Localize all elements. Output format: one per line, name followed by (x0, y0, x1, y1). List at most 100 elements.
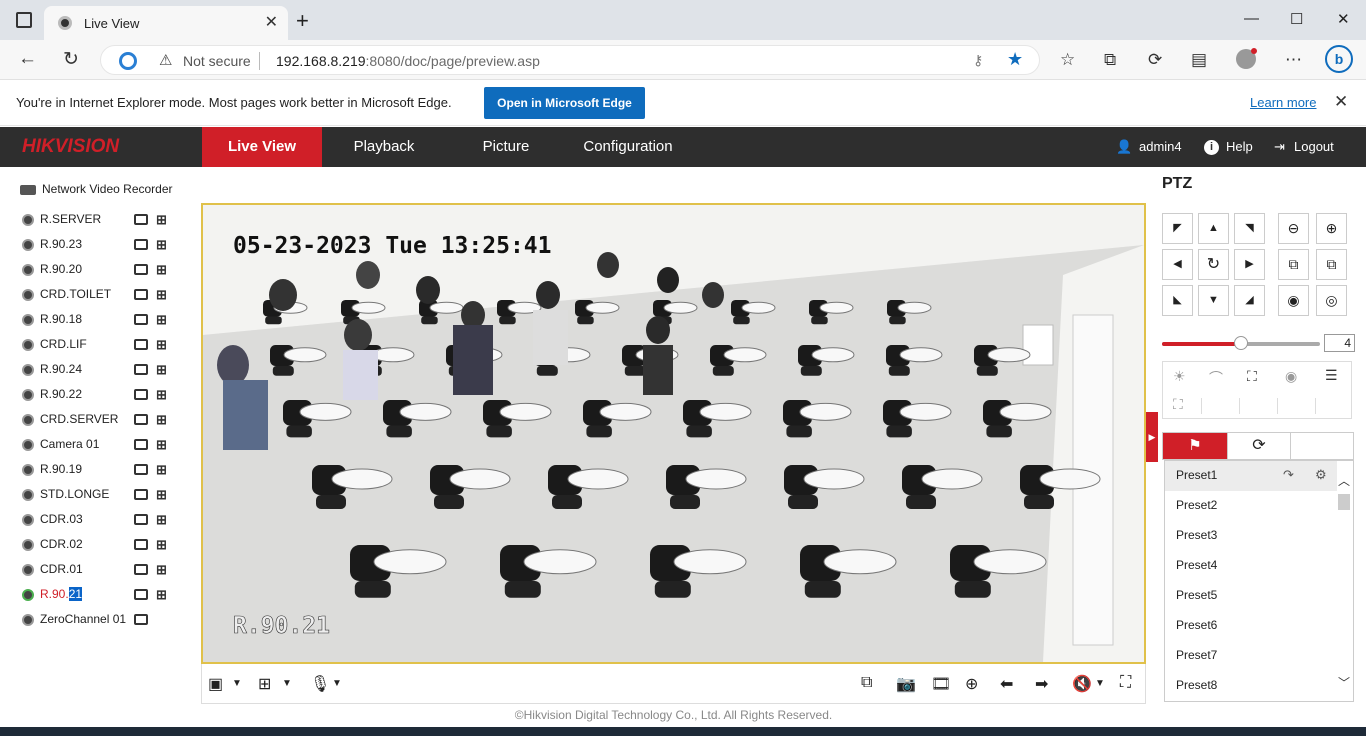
set-preset-gear-icon[interactable]: ⚙ (1315, 467, 1327, 483)
record-icon[interactable] (134, 614, 148, 625)
refresh-icon[interactable]: ↻ (63, 48, 79, 71)
scroll-down-icon[interactable]: ﹀ (1338, 674, 1350, 691)
ptz-right-button[interactable]: ▶ (1234, 249, 1265, 280)
dropdown-caret-icon[interactable]: ▼ (332, 678, 342, 689)
audio-muted-icon[interactable]: 🔇 (1072, 674, 1092, 694)
zoom-out-icon[interactable]: ⊖ (1278, 213, 1309, 244)
wiper-icon[interactable]: ⌒ (1209, 368, 1223, 388)
preset-scrollbar[interactable]: ︿ ﹀ (1336, 474, 1352, 700)
preset-item[interactable]: Preset1 ↷ ⚙ (1165, 461, 1337, 491)
camera-item[interactable]: CDR.01 ⊞ (22, 561, 192, 581)
preset-item[interactable]: Preset4 (1165, 551, 1337, 581)
focus-far-icon[interactable]: ⧉ (1316, 249, 1347, 280)
record-icon[interactable] (134, 489, 148, 500)
minimize-button[interactable]: — (1244, 10, 1259, 27)
stream-icon[interactable]: ⊞ (156, 312, 167, 328)
manual-tracking-icon[interactable]: ⛶ (1173, 396, 1183, 413)
digital-zoom-icon[interactable]: ⊕ (965, 674, 978, 694)
record-icon[interactable] (134, 389, 148, 400)
menu-icon[interactable]: ☰ (1325, 367, 1338, 384)
record-icon[interactable] (134, 414, 148, 425)
collections-icon[interactable]: ⧉ (1104, 50, 1116, 70)
preset-item[interactable]: Preset8 (1165, 671, 1337, 701)
ptz-down-left-button[interactable]: ◣ (1162, 285, 1193, 316)
iris-open-icon[interactable]: ◎ (1316, 285, 1347, 316)
stream-icon[interactable]: ⊞ (156, 437, 167, 453)
preset-item[interactable]: Preset3 (1165, 521, 1337, 551)
ptz-down-button[interactable]: ▼ (1198, 285, 1229, 316)
panel-collapse-toggle[interactable]: ▶ (1146, 412, 1158, 462)
record-video-icon[interactable]: 🎞 (931, 674, 951, 694)
camera-item[interactable]: R.SERVER ⊞ (22, 211, 192, 231)
back-arrow-icon[interactable]: ← (18, 48, 37, 70)
zero-channel-item[interactable]: ZeroChannel 01 (22, 611, 192, 631)
preset-item[interactable]: Preset7 (1165, 641, 1337, 671)
camera-item[interactable]: STD.LONGE ⊞ (22, 486, 192, 506)
ptz-speed-knob[interactable] (1234, 336, 1248, 350)
lens-init-icon[interactable]: ◉ (1285, 368, 1297, 385)
stream-icon[interactable]: ⊞ (156, 337, 167, 353)
ptz-auto-button[interactable]: ↻ (1198, 249, 1229, 280)
security-label[interactable]: Not secure (183, 53, 251, 69)
ie-bar-close-icon[interactable]: ✕ (1334, 92, 1348, 112)
sync-icon[interactable]: ⟳ (1148, 50, 1162, 70)
record-icon[interactable] (134, 364, 148, 375)
maximize-button[interactable]: ☐ (1290, 10, 1303, 28)
record-icon[interactable] (134, 314, 148, 325)
record-icon[interactable] (134, 439, 148, 450)
focus-near-icon[interactable]: ⧉ (1278, 249, 1309, 280)
preset-item[interactable]: Preset6 (1165, 611, 1337, 641)
video-viewport[interactable]: 05-23-2023 Tue 13:25:41 R.90.21 (201, 203, 1146, 664)
scroll-up-icon[interactable]: ︿ (1338, 472, 1350, 489)
ptz-speed-value[interactable]: 4 (1324, 334, 1355, 352)
ptz-up-button[interactable]: ▲ (1198, 213, 1229, 244)
camera-item[interactable]: CDR.02 ⊞ (22, 536, 192, 556)
ptz-up-left-button[interactable]: ◤ (1162, 213, 1193, 244)
record-icon[interactable] (134, 239, 148, 250)
url-text[interactable]: 192.168.8.219:8080/doc/page/preview.asp (276, 53, 540, 69)
iris-close-icon[interactable]: ◉ (1278, 285, 1309, 316)
favorites-icon[interactable]: ☆ (1060, 50, 1075, 70)
stream-icon[interactable]: ⊞ (156, 562, 167, 578)
record-icon[interactable] (134, 589, 148, 600)
dropdown-caret-icon[interactable]: ▼ (1095, 678, 1105, 689)
record-icon[interactable] (134, 564, 148, 575)
capture-camera-icon[interactable]: 📷 (896, 674, 916, 694)
camera-item[interactable]: CRD.LIF ⊞ (22, 336, 192, 356)
address-bar[interactable]: ⚠ Not secure 192.168.8.219:8080/doc/page… (100, 45, 1040, 75)
record-icon[interactable] (134, 539, 148, 550)
stream-icon[interactable]: ⊞ (156, 462, 167, 478)
ptz-down-right-button[interactable]: ◢ (1234, 285, 1265, 316)
nav-playback[interactable]: Playback (330, 127, 438, 167)
microphone-icon[interactable]: 🎙 (310, 674, 330, 694)
auxiliary-focus-icon[interactable]: ⛶ (1247, 368, 1257, 385)
window-layout-icon[interactable]: ▣ (208, 674, 223, 694)
preset-item[interactable]: Preset2 (1165, 491, 1337, 521)
help-icon[interactable]: i (1204, 140, 1219, 155)
camera-item[interactable]: R.90.22 ⊞ (22, 386, 192, 406)
stream-icon[interactable]: ⊞ (156, 212, 167, 228)
next-page-icon[interactable]: ➡ (1035, 674, 1048, 694)
favorite-star-icon[interactable]: ★ (1007, 49, 1023, 70)
camera-item[interactable]: CRD.SERVER ⊞ (22, 411, 192, 431)
stream-icon[interactable]: ⊞ (156, 362, 167, 378)
scroll-thumb[interactable] (1338, 494, 1350, 510)
dropdown-caret-icon[interactable]: ▼ (282, 678, 292, 689)
stream-icon[interactable]: ⊞ (156, 512, 167, 528)
call-preset-icon[interactable]: ↷ (1283, 467, 1294, 483)
reading-icon[interactable]: ▤ (1191, 50, 1207, 70)
camera-item[interactable]: R.90.18 ⊞ (22, 311, 192, 331)
camera-item[interactable]: CDR.03 ⊞ (22, 511, 192, 531)
patrol-icon[interactable]: ⟳ (1227, 433, 1291, 459)
browser-tab[interactable]: Live View ✕ (44, 6, 288, 40)
tab-close-button[interactable]: ✕ (265, 12, 278, 32)
ptz-left-button[interactable]: ◀ (1162, 249, 1193, 280)
dropdown-caret-icon[interactable]: ▼ (232, 678, 242, 689)
key-icon[interactable]: ⚷ (973, 52, 983, 69)
logout-icon[interactable]: ⇥ (1274, 139, 1285, 155)
camera-item-selected[interactable]: R.90.21 ⊞ (22, 586, 192, 606)
tab-actions-icon[interactable] (16, 12, 32, 28)
learn-more-link[interactable]: Learn more (1250, 95, 1316, 110)
stream-icon[interactable]: ⊞ (156, 262, 167, 278)
camera-item[interactable]: R.90.23 ⊞ (22, 236, 192, 256)
